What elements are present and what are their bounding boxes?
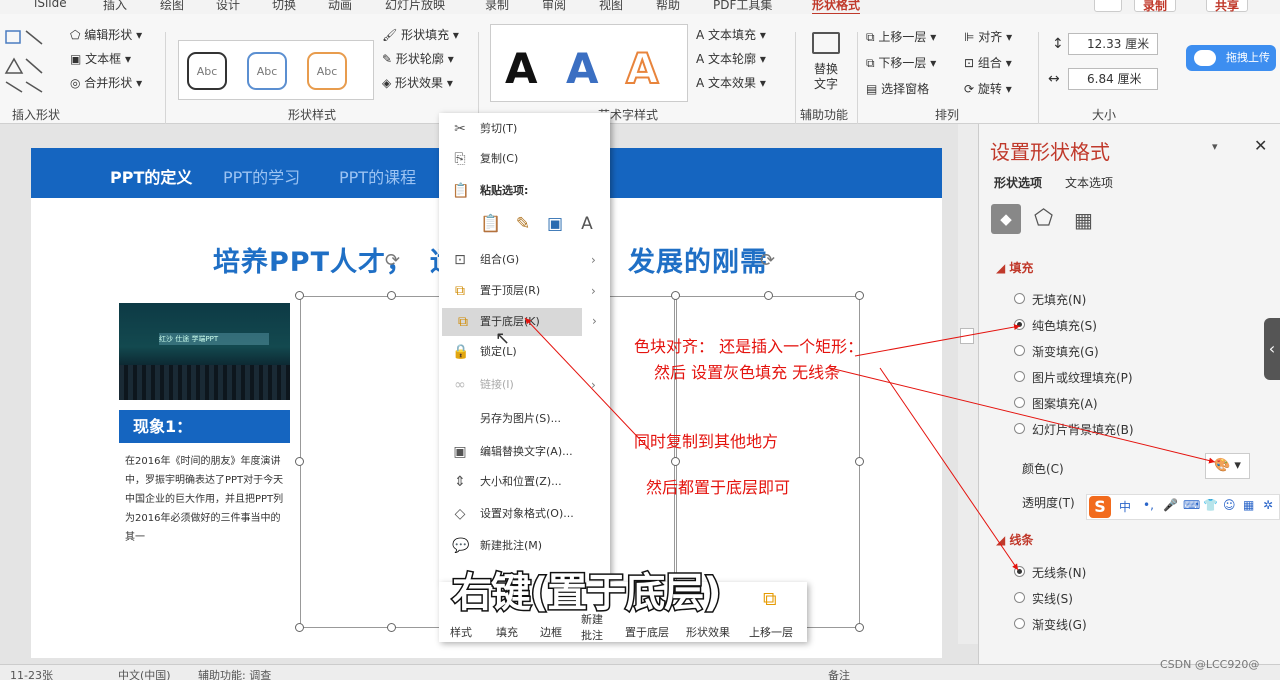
annotation-3: 同时复制到其他地方 xyxy=(634,432,779,451)
slide-counter: 11-23张 xyxy=(10,669,53,680)
annotation-2: 然后 设置灰色填充 无线条 xyxy=(654,363,841,382)
powerpoint-window: iSlide 插入 绘图 设计 切换 动画 幻灯片放映 录制 审阅 视图 帮助 … xyxy=(0,0,1280,680)
annotation-1: 色块对齐： 还是插入一个矩形： xyxy=(634,337,864,356)
status-bar: 11-23张 中文(中国) 辅助功能: 调查 备注 xyxy=(0,664,1280,680)
accessibility-status[interactable]: 辅助功能: 调查 xyxy=(198,667,271,680)
language-indicator[interactable]: 中文(中国) xyxy=(118,667,171,680)
notes-button[interactable]: 备注 xyxy=(828,667,850,680)
watermark: CSDN @LCC920@ xyxy=(1160,658,1260,671)
annotation-4: 然后都置于底层即可 xyxy=(646,478,791,497)
